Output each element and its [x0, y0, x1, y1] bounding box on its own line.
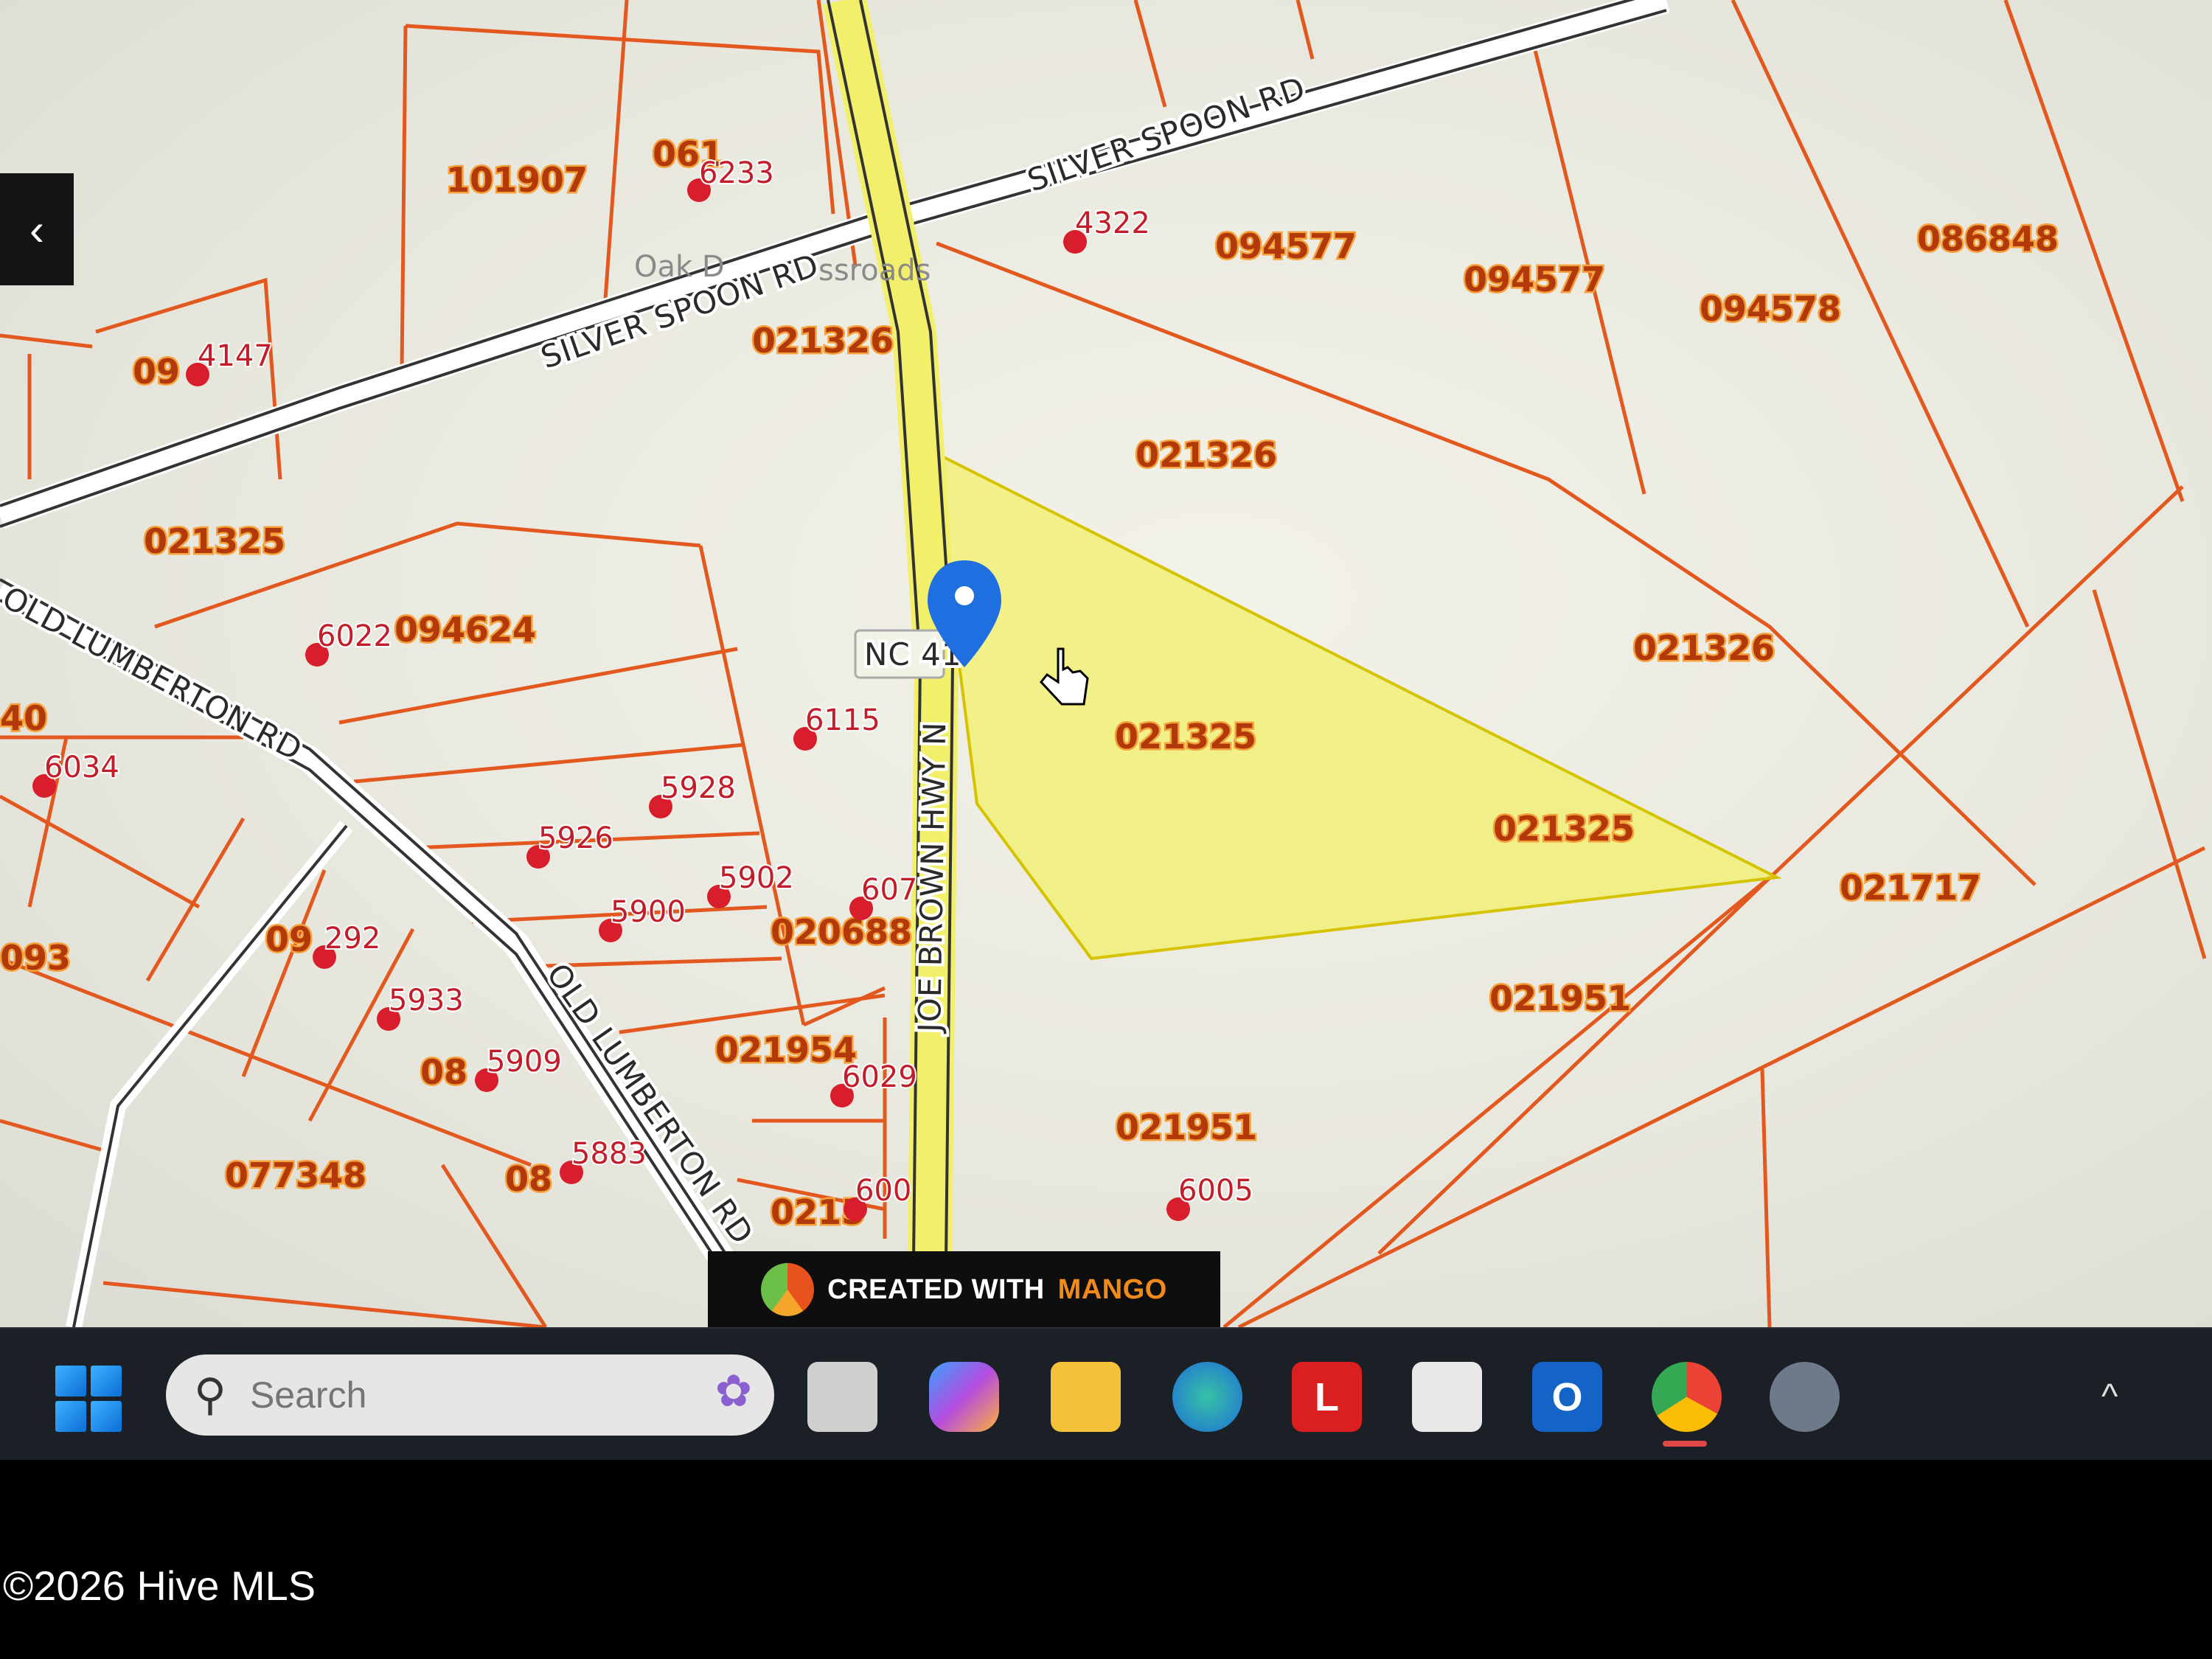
chrome-icon[interactable] [1652, 1362, 1722, 1432]
parcel-label: 094578 [1700, 289, 1841, 329]
address-label: 6005 [1178, 1174, 1253, 1208]
parcel-label: 094577 [1215, 226, 1357, 266]
parcel-label: 09 [265, 919, 313, 959]
address-label: 6233 [699, 156, 774, 190]
parcel-label: 08 [420, 1052, 467, 1092]
address-label: 607 [861, 873, 917, 907]
search-icon: ⚲ [194, 1370, 226, 1419]
parcel-label: 021326 [1633, 628, 1775, 668]
address-label: 4147 [198, 339, 273, 373]
edge-icon[interactable] [1172, 1362, 1242, 1432]
parcel-label: 40 [0, 698, 47, 738]
address-label: 5933 [389, 984, 464, 1018]
parcel-map: SILVER SPOON RD SILVER SPOON RD OLD LUMB… [0, 0, 2207, 1327]
address-label: 5928 [661, 771, 736, 805]
file-explorer-icon[interactable] [1051, 1362, 1121, 1432]
parcel-label: 021951 [1489, 978, 1631, 1018]
search-input[interactable] [248, 1373, 605, 1417]
task-view-icon[interactable] [807, 1362, 877, 1432]
parcel-label: 021325 [1115, 717, 1256, 757]
place-label: Oak D [634, 250, 725, 284]
taskbar: ⚲ ✿ L O ^ [0, 1327, 2212, 1461]
address-label: 5883 [571, 1137, 647, 1171]
mango-badge: CREATED WITH MANGO [708, 1251, 1220, 1328]
tray-chevron-icon[interactable]: ^ [2101, 1377, 2118, 1417]
back-button[interactable]: ‹ [0, 173, 74, 285]
parcel-label: 094624 [394, 610, 536, 650]
lavender-icon: ✿ [714, 1366, 752, 1416]
parcel-label: 021326 [1135, 435, 1277, 475]
parcel-label: 021325 [1493, 809, 1635, 849]
parcel-label: 08 [505, 1159, 552, 1199]
selected-parcel[interactable] [931, 451, 1782, 961]
road-label: OLD LUMBERTON RD [0, 580, 308, 768]
address-label: 5900 [611, 895, 686, 929]
app-l-icon[interactable]: L [1292, 1362, 1362, 1432]
road-label: OLD LUMBERTON RD [540, 957, 761, 1251]
parcel-label: 077348 [225, 1155, 366, 1195]
address-label: 6115 [805, 703, 880, 737]
parcel-label: 021325 [144, 521, 285, 561]
address-label: 6029 [842, 1060, 917, 1094]
store-icon[interactable] [1412, 1362, 1482, 1432]
active-app-indicator [1663, 1441, 1707, 1447]
parcel-label: 021954 [715, 1030, 857, 1070]
outlook-icon[interactable]: O [1532, 1362, 1602, 1432]
copilot-icon[interactable] [929, 1362, 999, 1432]
road-label: SILVER SPOON RD [1023, 70, 1310, 199]
place-label: ssroads [818, 254, 931, 288]
road-label: JOE BROWN HWY N [911, 721, 953, 1034]
badge-created-with: CREATED WITH [827, 1273, 1045, 1305]
address-label: 5902 [719, 861, 794, 895]
search-box[interactable]: ⚲ ✿ [166, 1354, 774, 1436]
address-label: 6022 [317, 619, 392, 653]
parcel-label: 101907 [446, 160, 588, 200]
settings-icon[interactable] [1770, 1362, 1840, 1432]
mango-logo-icon [761, 1263, 815, 1316]
copyright-watermark: ©2026 Hive MLS [3, 1562, 316, 1609]
address-label: 5909 [487, 1045, 562, 1079]
parcel-label: 020688 [771, 912, 912, 952]
badge-brand: MANGO [1057, 1273, 1167, 1305]
start-button[interactable] [55, 1366, 122, 1432]
screen-bezel [0, 1460, 2212, 1659]
address-label: 6034 [44, 751, 119, 785]
parcel-label: 09 [133, 352, 180, 392]
address-label: 292 [324, 922, 380, 956]
parcel-label: 094577 [1464, 260, 1605, 299]
parcel-label: 093 [0, 938, 71, 978]
parcel-label: 086848 [1917, 219, 2059, 259]
address-label: 600 [855, 1174, 911, 1208]
map-view[interactable]: SILVER SPOON RD SILVER SPOON RD OLD LUMB… [0, 0, 2212, 1327]
parcel-label: 021326 [752, 321, 894, 361]
address-label: 5926 [538, 821, 613, 855]
parcel-label: 021951 [1116, 1107, 1257, 1147]
parcel-label: 021717 [1840, 868, 1981, 908]
windows-logo-icon [55, 1366, 86, 1397]
chevron-left-icon: ‹ [29, 204, 44, 254]
address-label: 4322 [1075, 206, 1150, 240]
